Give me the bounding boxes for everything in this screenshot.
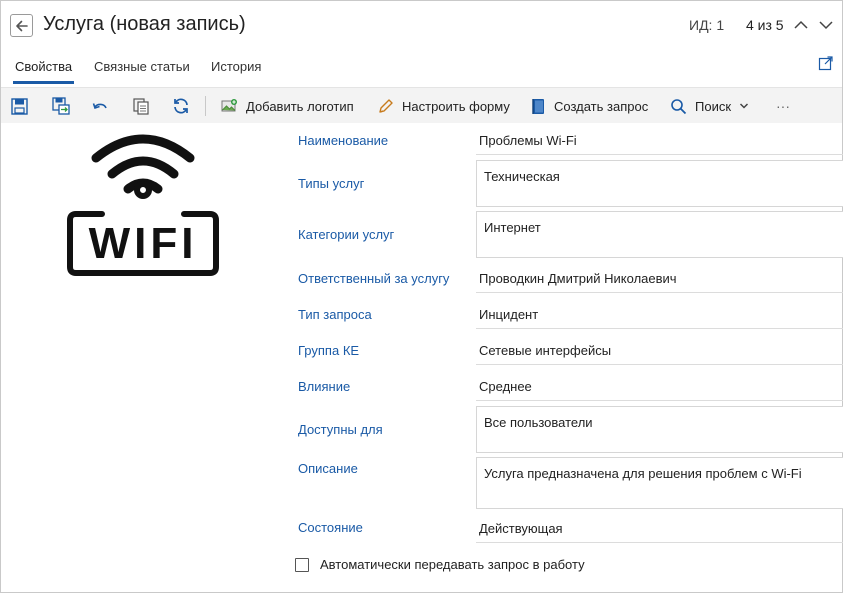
request-type-label: Тип запроса xyxy=(298,307,372,322)
available-for-value: Все пользователи xyxy=(484,415,593,430)
chevron-down-icon xyxy=(740,103,749,109)
more-label: ··· xyxy=(776,98,790,114)
create-request-button[interactable]: Создать запрос xyxy=(531,88,648,124)
search-icon xyxy=(671,98,687,114)
pencil-icon xyxy=(379,98,393,113)
record-id: ИД: 1 xyxy=(689,17,725,33)
wifi-dot xyxy=(134,181,152,199)
save-and-close-button[interactable] xyxy=(52,88,70,124)
impact-field[interactable]: Среднее xyxy=(479,379,532,394)
service-categories-label: Категории услуг xyxy=(298,227,395,242)
search-dropdown[interactable]: Поиск xyxy=(670,88,749,124)
auto-transfer-label: Автоматически передавать запрос в работу xyxy=(320,557,585,572)
state-field[interactable]: Действующая xyxy=(479,521,563,536)
copy-icon xyxy=(133,97,149,115)
description-value: Услуга предназначена для решения проблем… xyxy=(484,466,802,481)
search-label: Поиск xyxy=(695,98,732,114)
service-categories-field[interactable]: Интернет xyxy=(476,211,843,258)
toolbar: Добавить логотип Настроить форму Создать… xyxy=(1,87,842,123)
service-types-field[interactable]: Техническая xyxy=(476,160,843,207)
create-request-label: Создать запрос xyxy=(554,98,649,114)
more-button[interactable]: ··· xyxy=(776,88,790,124)
state-label: Состояние xyxy=(298,520,363,535)
request-type-field[interactable]: Инцидент xyxy=(479,307,538,322)
wifi-logo: WIFI xyxy=(67,134,219,276)
name-underline xyxy=(476,154,843,155)
request-type-underline xyxy=(476,328,843,329)
service-categories-value: Интернет xyxy=(484,220,541,235)
service-types-value: Техническая xyxy=(484,169,560,184)
tab-properties[interactable]: Свойства xyxy=(15,59,72,74)
responsible-field[interactable]: Проводкин Дмитрий Николаевич xyxy=(479,271,677,286)
ke-group-underline xyxy=(476,364,843,365)
save-close-icon xyxy=(52,97,70,115)
back-button[interactable] xyxy=(10,14,33,37)
add-logo-label: Добавить логотип xyxy=(246,98,354,114)
open-external-icon[interactable] xyxy=(818,55,834,71)
book-icon xyxy=(532,98,544,114)
name-field[interactable]: Проблемы Wi-Fi xyxy=(479,133,577,148)
save-button[interactable] xyxy=(11,88,28,124)
impact-underline xyxy=(476,400,843,401)
auto-transfer-checkbox[interactable] xyxy=(295,558,309,572)
toolbar-divider xyxy=(205,96,206,116)
active-tab-indicator xyxy=(13,81,74,84)
responsible-label: Ответственный за услугу xyxy=(298,271,450,286)
configure-form-label: Настроить форму xyxy=(402,98,510,114)
add-logo-button[interactable]: Добавить логотип xyxy=(221,88,354,124)
copy-button[interactable] xyxy=(133,88,149,124)
refresh-button[interactable] xyxy=(172,88,190,124)
available-for-field[interactable]: Все пользователи xyxy=(476,406,843,453)
description-label: Описание xyxy=(298,461,358,476)
available-for-label: Доступны для xyxy=(298,422,383,437)
refresh-icon xyxy=(174,98,188,114)
logo-text: WIFI xyxy=(89,219,198,268)
description-field[interactable]: Услуга предназначена для решения проблем… xyxy=(476,457,843,509)
image-add-icon xyxy=(221,99,237,112)
ke-group-label: Группа КЕ xyxy=(298,343,360,358)
responsible-underline xyxy=(476,292,843,293)
name-label: Наименование xyxy=(298,133,389,148)
tab-related-articles[interactable]: Связные статьи xyxy=(94,59,190,74)
undo-icon xyxy=(92,102,107,109)
configure-form-button[interactable]: Настроить форму xyxy=(377,88,510,124)
record-position: 4 из 5 xyxy=(746,17,784,33)
arrow-left-icon xyxy=(15,20,28,31)
chevron-down-icon[interactable] xyxy=(818,17,834,33)
page-title: Услуга (новая запись) xyxy=(43,13,246,35)
ke-group-field[interactable]: Сетевые интерфейсы xyxy=(479,343,611,358)
save-icon xyxy=(11,97,28,115)
undo-button[interactable] xyxy=(92,88,109,124)
impact-label: Влияние xyxy=(298,379,351,394)
chevron-up-icon[interactable] xyxy=(793,17,809,33)
state-underline xyxy=(476,542,843,543)
service-types-label: Типы услуг xyxy=(298,176,365,191)
tab-history[interactable]: История xyxy=(211,59,261,74)
